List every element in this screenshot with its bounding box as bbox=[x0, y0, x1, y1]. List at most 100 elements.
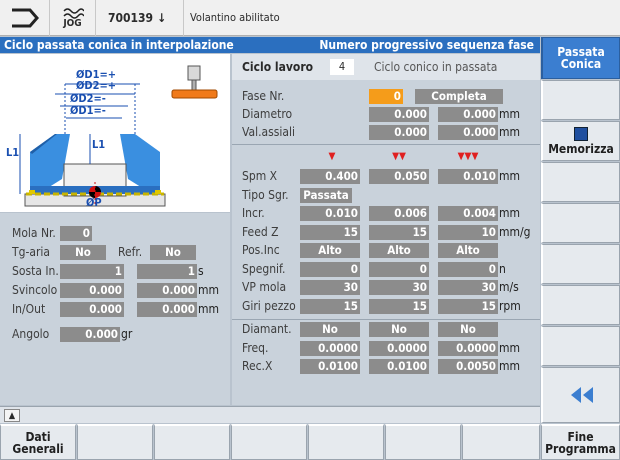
softkey-right-6[interactable] bbox=[541, 244, 620, 284]
sequence-title: Numero progressivo sequenza fase bbox=[319, 38, 534, 52]
save-disk-icon bbox=[574, 127, 588, 141]
fase-field[interactable]: 0 bbox=[369, 89, 403, 104]
row-label: Feed Z bbox=[242, 224, 279, 239]
row-field[interactable]: 15 bbox=[300, 298, 360, 314]
sosta-field-2[interactable]: 1 bbox=[137, 264, 197, 279]
left-param-panel: Mola Nr. 0 Tg-aria No Refr. No Sosta In.… bbox=[0, 213, 230, 405]
row-label: Rec.X bbox=[242, 359, 273, 373]
angolo-field[interactable]: 0.000 bbox=[60, 327, 120, 342]
mola-field[interactable]: 0 bbox=[60, 226, 92, 241]
softkey-bottom-7[interactable] bbox=[462, 424, 540, 460]
ciclo-lavoro-value[interactable]: 4 bbox=[330, 59, 354, 75]
back-button[interactable] bbox=[0, 0, 50, 36]
passata-conica-softkey[interactable]: Passata Conica bbox=[541, 37, 620, 79]
softkey-right-8[interactable] bbox=[541, 326, 620, 366]
l1-left-label: L1 bbox=[6, 146, 20, 159]
valassiali-field-2[interactable]: 0.000 bbox=[438, 125, 498, 140]
softkey-bottom-6[interactable] bbox=[385, 424, 461, 460]
inout-field-1[interactable]: 0.000 bbox=[60, 302, 124, 317]
softkey-right-7[interactable] bbox=[541, 285, 620, 325]
expand-up-icon[interactable]: ▲ bbox=[4, 409, 20, 422]
divider bbox=[232, 318, 540, 320]
diametro-unit: mm bbox=[499, 107, 521, 121]
row-field[interactable]: Alto bbox=[438, 243, 498, 258]
row-field[interactable]: 0.0000 bbox=[438, 340, 498, 356]
row-field[interactable]: 0.0050 bbox=[438, 359, 498, 374]
title-bar: Ciclo passata conica in interpolazione N… bbox=[0, 37, 540, 53]
memorizza-softkey[interactable]: Memorizza bbox=[541, 121, 620, 161]
back-bracket-icon bbox=[11, 8, 39, 28]
row-field[interactable]: 0.050 bbox=[369, 169, 429, 184]
row-field[interactable]: 0.0100 bbox=[369, 359, 429, 374]
row-field[interactable]: 0 bbox=[438, 261, 498, 277]
softkey-bottom-5[interactable] bbox=[308, 424, 384, 460]
row-label: Diamant. bbox=[242, 322, 292, 336]
row-field[interactable]: 30 bbox=[369, 280, 429, 295]
back-softkey[interactable] bbox=[541, 367, 620, 423]
valassiali-field-1[interactable]: 0.000 bbox=[369, 125, 429, 140]
softkey-right-5[interactable] bbox=[541, 203, 620, 243]
tg-aria-select[interactable]: No bbox=[60, 245, 106, 260]
row-field[interactable]: 0.004 bbox=[438, 206, 498, 221]
row-field[interactable]: Alto bbox=[300, 243, 360, 258]
workpiece-drawing: ØD1=+ ØD2=+ ØD2=- ØD1=- L1 L1 ØP bbox=[0, 54, 230, 212]
expand-bar: ▲ bbox=[0, 406, 540, 423]
row-unit: m/s bbox=[499, 280, 519, 294]
refr-select[interactable]: No bbox=[150, 245, 196, 260]
svincolo-field-1[interactable]: 0.000 bbox=[60, 283, 124, 298]
semi-finish-triangle-icon: ▼▼ bbox=[392, 151, 406, 162]
row-field[interactable]: No bbox=[369, 322, 429, 337]
softkey-bottom-3[interactable] bbox=[154, 424, 230, 460]
fine-programma-softkey[interactable]: Fine Programma bbox=[541, 424, 620, 460]
rough-triangle-icon: ▼ bbox=[328, 151, 336, 162]
cycle-header: Ciclo lavoro 4 Ciclo conico in passata bbox=[232, 54, 540, 80]
row-field[interactable]: 0.400 bbox=[300, 169, 360, 184]
row-unit: rpm bbox=[499, 298, 521, 313]
row-field[interactable]: 15 bbox=[438, 298, 498, 314]
row-field[interactable]: Alto bbox=[369, 243, 429, 258]
row-field[interactable]: 0.010 bbox=[438, 169, 498, 184]
row-label: VP mola bbox=[242, 280, 287, 294]
row-field[interactable]: 15 bbox=[369, 224, 429, 240]
row-unit: n bbox=[499, 261, 506, 276]
svincolo-field-2[interactable]: 0.000 bbox=[137, 283, 197, 298]
row-label: Incr. bbox=[242, 206, 265, 220]
row-field[interactable]: 30 bbox=[438, 280, 498, 295]
row-field[interactable]: 0.0100 bbox=[300, 359, 360, 374]
row-field[interactable]: 10 bbox=[438, 224, 498, 240]
dati-generali-softkey[interactable]: Dati Generali bbox=[0, 424, 76, 460]
sosta-field-1[interactable]: 1 bbox=[60, 264, 124, 279]
softkey-bottom-4[interactable] bbox=[231, 424, 307, 460]
row-field[interactable]: No bbox=[438, 322, 498, 337]
row-field[interactable]: 0.0000 bbox=[300, 340, 360, 356]
row-field[interactable]: No bbox=[300, 322, 360, 337]
softkey-bottom-2[interactable] bbox=[77, 424, 153, 460]
refr-label: Refr. bbox=[118, 245, 143, 259]
diametro-field-1[interactable]: 0.000 bbox=[369, 107, 429, 122]
svincolo-label: Svincolo bbox=[12, 283, 58, 297]
inout-field-2[interactable]: 0.000 bbox=[137, 302, 197, 317]
row-field[interactable]: 15 bbox=[369, 298, 429, 314]
p-diameter-label: ØP bbox=[86, 196, 102, 209]
angolo-unit: gr bbox=[121, 327, 133, 341]
row-unit: mm bbox=[499, 206, 521, 220]
row-field[interactable]: 30 bbox=[300, 280, 360, 295]
svincolo-unit: mm bbox=[198, 283, 220, 297]
row-field[interactable]: 0 bbox=[369, 261, 429, 277]
softkey-right-2[interactable] bbox=[541, 80, 620, 120]
row-field[interactable]: 0.010 bbox=[300, 206, 360, 221]
diametro-field-2[interactable]: 0.000 bbox=[438, 107, 498, 122]
row-label: Spegnif. bbox=[242, 261, 286, 276]
row-label: Freq. bbox=[242, 340, 269, 355]
fase-status[interactable]: Completa bbox=[415, 89, 503, 104]
row-field[interactable]: 0.0000 bbox=[369, 340, 429, 356]
d2-plus-label: ØD2=+ bbox=[76, 79, 117, 92]
row-field[interactable]: 0 bbox=[300, 261, 360, 277]
row-field[interactable]: 0.006 bbox=[369, 206, 429, 221]
row-field[interactable]: 15 bbox=[300, 224, 360, 240]
softkey-right-4[interactable] bbox=[541, 162, 620, 202]
row-field[interactable]: Passata bbox=[300, 187, 352, 203]
cycle-title: Ciclo passata conica in interpolazione bbox=[4, 38, 234, 52]
finish-triangle-icon: ▼▼▼ bbox=[457, 151, 479, 162]
row-label: Spm X bbox=[242, 169, 278, 183]
